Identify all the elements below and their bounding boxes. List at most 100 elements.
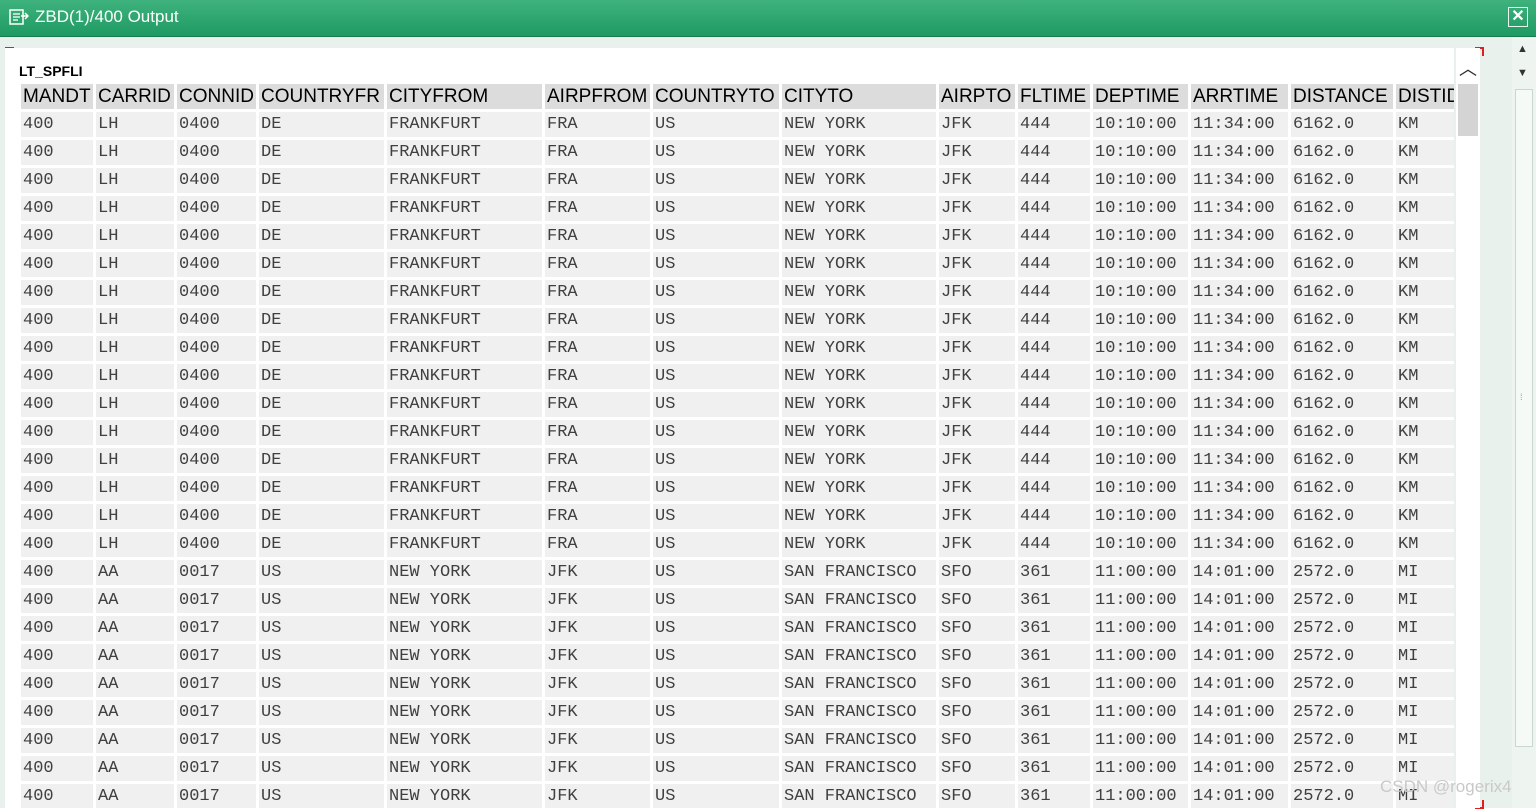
column-header-countryfr[interactable]: COUNTRYFR bbox=[259, 84, 384, 109]
cell-fltime: 444 bbox=[1018, 364, 1090, 389]
cell-deptime: 11:00:00 bbox=[1093, 560, 1188, 585]
table-row[interactable]: 400 AA 0017 US NEW YORK JFK US SAN FRANCISCO SFO… bbox=[21, 700, 1454, 728]
table-row[interactable]: 400 AA 0017 US NEW YORK JFK US SAN FRANCISCO SFO… bbox=[21, 588, 1454, 616]
scroll-up-button[interactable]: ▲ bbox=[1517, 43, 1528, 55]
column-header-airpfrom[interactable]: AIRPFROM bbox=[545, 84, 650, 109]
scroll-up-icon[interactable]: ︿ bbox=[1459, 60, 1477, 78]
scroll-down-button[interactable]: ▼ bbox=[1517, 67, 1528, 79]
cell-connid: 0400 bbox=[177, 308, 256, 333]
table-row[interactable]: 400 LH 0400 DE FRANKFURT FRA US NEW YORK JFK 444 1… bbox=[21, 140, 1454, 168]
cell-mandt: 400 bbox=[21, 196, 93, 221]
cell-airpfrom: FRA bbox=[545, 364, 650, 389]
cell-carrid: AA bbox=[96, 616, 174, 641]
table-row[interactable]: 400 LH 0400 DE FRANKFURT FRA US NEW YORK JFK 444 1… bbox=[21, 392, 1454, 420]
table-row[interactable]: 400 AA 0017 US NEW YORK JFK US SAN FRANCISCO SFO… bbox=[21, 728, 1454, 756]
table-row[interactable]: 400 LH 0400 DE FRANKFURT FRA US NEW YORK JFK 444 1… bbox=[21, 252, 1454, 280]
table-row[interactable]: 400 LH 0400 DE FRANKFURT FRA US NEW YORK JFK 444 1… bbox=[21, 532, 1454, 560]
cell-distance: 6162.0 bbox=[1291, 196, 1393, 221]
scrollbar-thumb[interactable] bbox=[1458, 84, 1478, 136]
cell-connid: 0017 bbox=[177, 700, 256, 725]
column-header-fltime[interactable]: FLTIME bbox=[1018, 84, 1090, 109]
column-header-airpto[interactable]: AIRPTO bbox=[939, 84, 1015, 109]
cell-carrid: LH bbox=[96, 140, 174, 165]
cell-arrtime: 11:34:00 bbox=[1191, 112, 1288, 137]
table-row[interactable]: 400 LH 0400 DE FRANKFURT FRA US NEW YORK JFK 444 1… bbox=[21, 280, 1454, 308]
cell-distid: MI bbox=[1396, 728, 1454, 753]
cell-airpto: JFK bbox=[939, 168, 1015, 193]
cell-cityfrom: NEW YORK bbox=[387, 644, 542, 669]
cell-connid: 0400 bbox=[177, 448, 256, 473]
cell-mandt: 400 bbox=[21, 476, 93, 501]
cell-airpto: JFK bbox=[939, 476, 1015, 501]
column-header-cityto[interactable]: CITYTO bbox=[782, 84, 936, 109]
close-button[interactable]: ✕ bbox=[1508, 7, 1528, 27]
cell-connid: 0400 bbox=[177, 196, 256, 221]
table-row[interactable]: 400 LH 0400 DE FRANKFURT FRA US NEW YORK JFK 444 1… bbox=[21, 224, 1454, 252]
table-row[interactable]: 400 AA 0017 US NEW YORK JFK US SAN FRANCISCO SFO… bbox=[21, 756, 1454, 784]
cell-fltime: 444 bbox=[1018, 308, 1090, 333]
table-row[interactable]: 400 LH 0400 DE FRANKFURT FRA US NEW YORK JFK 444 1… bbox=[21, 308, 1454, 336]
cell-countryto: US bbox=[653, 224, 779, 249]
table-row[interactable]: 400 LH 0400 DE FRANKFURT FRA US NEW YORK JFK 444 1… bbox=[21, 168, 1454, 196]
column-header-carrid[interactable]: CARRID bbox=[96, 84, 174, 109]
cell-distance: 2572.0 bbox=[1291, 644, 1393, 669]
cell-airpto: JFK bbox=[939, 140, 1015, 165]
scrollbar-track[interactable] bbox=[1515, 89, 1533, 747]
cell-mandt: 400 bbox=[21, 168, 93, 193]
cell-airpto: JFK bbox=[939, 504, 1015, 529]
table-row[interactable]: 400 AA 0017 US NEW YORK JFK US SAN FRANCISCO SFO… bbox=[21, 644, 1454, 672]
column-header-arrtime[interactable]: ARRTIME bbox=[1191, 84, 1288, 109]
table-row[interactable]: 400 LH 0400 DE FRANKFURT FRA US NEW YORK JFK 444 1… bbox=[21, 476, 1454, 504]
column-header-connid[interactable]: CONNID bbox=[177, 84, 256, 109]
cell-deptime: 10:10:00 bbox=[1093, 476, 1188, 501]
cell-carrid: LH bbox=[96, 420, 174, 445]
table-row[interactable]: 400 AA 0017 US NEW YORK JFK US SAN FRANCISCO SFO… bbox=[21, 560, 1454, 588]
cell-airpfrom: FRA bbox=[545, 504, 650, 529]
grip-icon: ⁞ bbox=[1520, 392, 1523, 402]
cell-countryto: US bbox=[653, 280, 779, 305]
cell-countryfr: US bbox=[259, 672, 384, 697]
cell-mandt: 400 bbox=[21, 364, 93, 389]
result-table: MANDT CARRID CONNID COUNTRYFR CITYFROM AIRPFR… bbox=[21, 84, 1454, 808]
cell-connid: 0400 bbox=[177, 392, 256, 417]
window-scrollbar[interactable]: ▲ ▼ ⁞ bbox=[1512, 37, 1536, 808]
table-row[interactable]: 400 LH 0400 DE FRANKFURT FRA US NEW YORK JFK 444 1… bbox=[21, 336, 1454, 364]
cell-distance: 6162.0 bbox=[1291, 364, 1393, 389]
table-row[interactable]: 400 AA 0017 US NEW YORK JFK US SAN FRANCISCO SFO… bbox=[21, 784, 1454, 808]
cell-countryto: US bbox=[653, 364, 779, 389]
column-header-cityfrom[interactable]: CITYFROM bbox=[387, 84, 542, 109]
list-scrollbar[interactable]: ︿ bbox=[1456, 48, 1480, 808]
cell-distid: MI bbox=[1396, 616, 1454, 641]
table-row[interactable]: 400 AA 0017 US NEW YORK JFK US SAN FRANCISCO SFO… bbox=[21, 672, 1454, 700]
cell-distid: KM bbox=[1396, 448, 1454, 473]
cell-arrtime: 14:01:00 bbox=[1191, 560, 1288, 585]
table-row[interactable]: 400 LH 0400 DE FRANKFURT FRA US NEW YORK JFK 444 1… bbox=[21, 420, 1454, 448]
cell-cityfrom: NEW YORK bbox=[387, 700, 542, 725]
cell-arrtime: 14:01:00 bbox=[1191, 588, 1288, 613]
cell-connid: 0400 bbox=[177, 140, 256, 165]
table-row[interactable]: 400 AA 0017 US NEW YORK JFK US SAN FRANCISCO SFO… bbox=[21, 616, 1454, 644]
column-header-countryto[interactable]: COUNTRYTO bbox=[653, 84, 779, 109]
cell-cityto: SAN FRANCISCO bbox=[782, 616, 936, 641]
cell-countryto: US bbox=[653, 728, 779, 753]
cell-arrtime: 11:34:00 bbox=[1191, 532, 1288, 557]
table-row[interactable]: 400 LH 0400 DE FRANKFURT FRA US NEW YORK JFK 444 1… bbox=[21, 448, 1454, 476]
cell-countryfr: US bbox=[259, 644, 384, 669]
cell-airpto: JFK bbox=[939, 112, 1015, 137]
cell-cityto: NEW YORK bbox=[782, 112, 936, 137]
table-row[interactable]: 400 LH 0400 DE FRANKFURT FRA US NEW YORK JFK 444 1… bbox=[21, 196, 1454, 224]
table-row[interactable]: 400 LH 0400 DE FRANKFURT FRA US NEW YORK JFK 444 1… bbox=[21, 364, 1454, 392]
cell-mandt: 400 bbox=[21, 644, 93, 669]
cell-countryfr: US bbox=[259, 756, 384, 781]
cell-airpto: JFK bbox=[939, 364, 1015, 389]
column-header-deptime[interactable]: DEPTIME bbox=[1093, 84, 1188, 109]
table-row[interactable]: 400 LH 0400 DE FRANKFURT FRA US NEW YORK JFK 444 1… bbox=[21, 504, 1454, 532]
cell-connid: 0017 bbox=[177, 644, 256, 669]
cell-airpfrom: FRA bbox=[545, 532, 650, 557]
column-header-mandt[interactable]: MANDT bbox=[21, 84, 93, 109]
column-header-distance[interactable]: DISTANCE bbox=[1291, 84, 1393, 109]
cell-countryto: US bbox=[653, 588, 779, 613]
column-header-distid[interactable]: DISTID bbox=[1396, 84, 1454, 109]
table-row[interactable]: 400 LH 0400 DE FRANKFURT FRA US NEW YORK JFK 444 1… bbox=[21, 112, 1454, 140]
cell-countryto: US bbox=[653, 756, 779, 781]
